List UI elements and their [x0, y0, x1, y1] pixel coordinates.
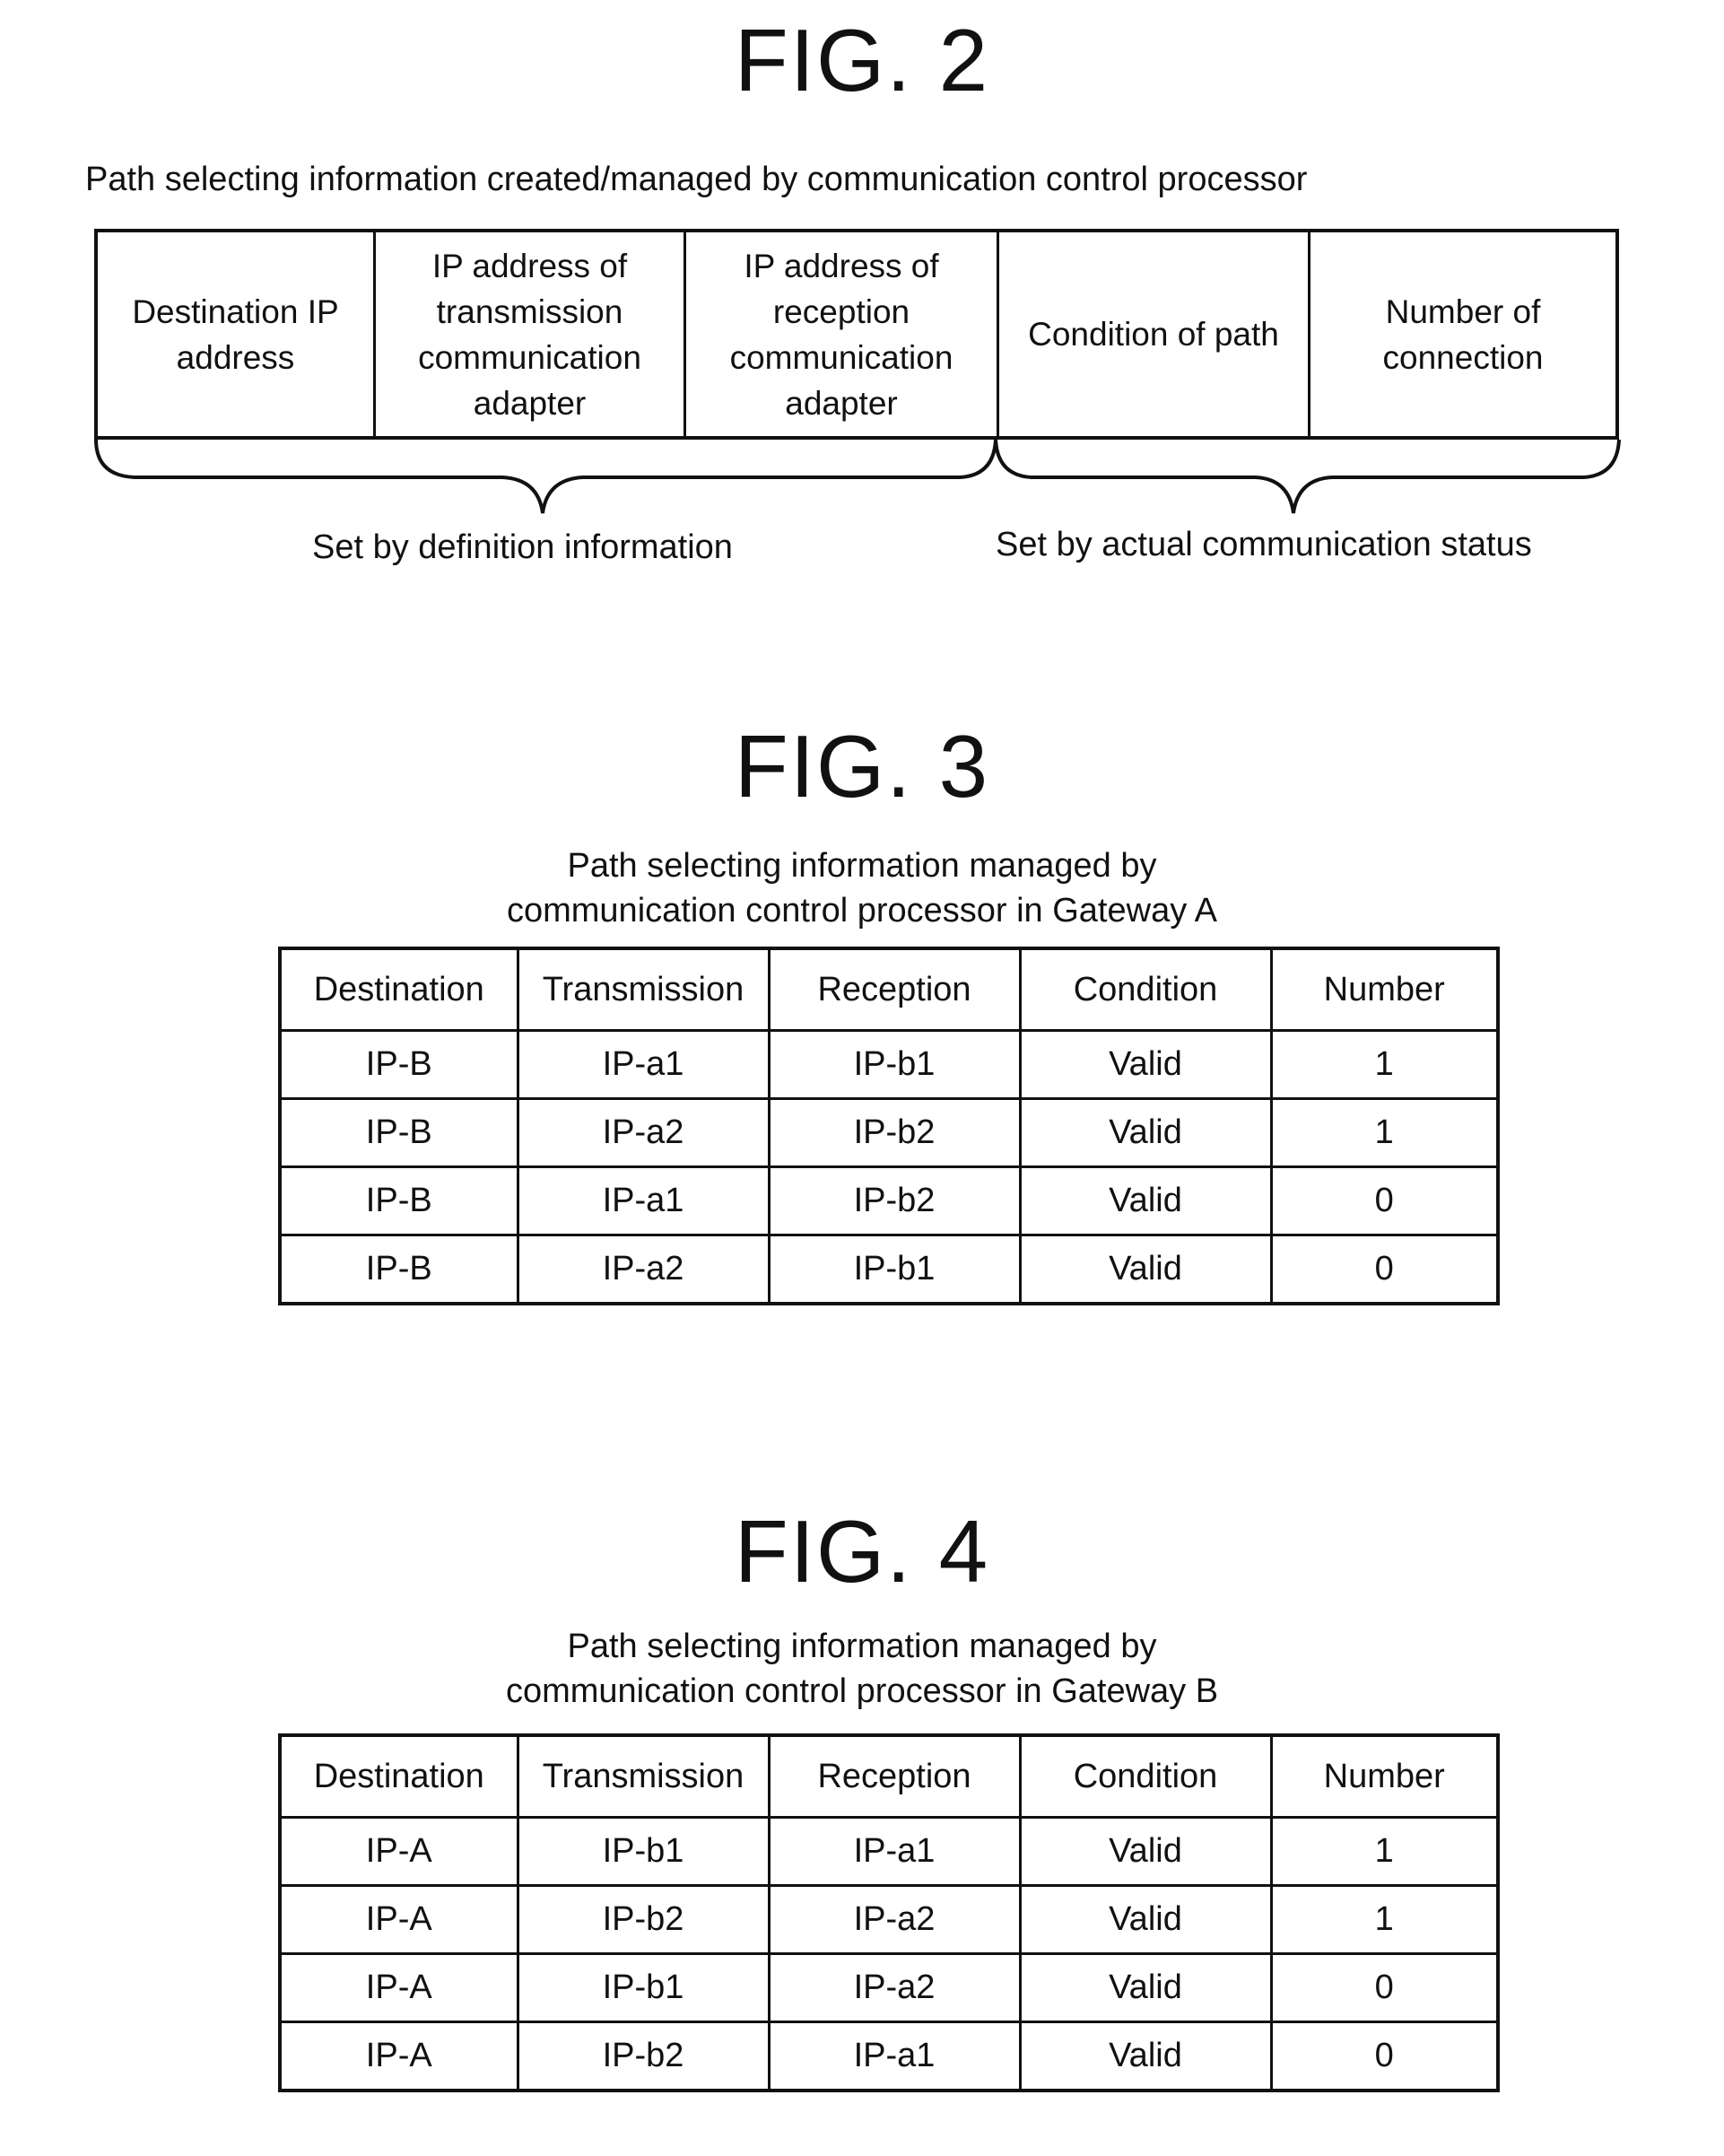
cell-number: 0: [1269, 2021, 1500, 2092]
cell-destination: IP-B: [278, 1029, 519, 1100]
fig4-title: FIG. 4: [734, 1502, 990, 1601]
cell-condition: Valid: [1018, 1816, 1273, 1887]
cell-transmission: IP-a1: [516, 1165, 771, 1236]
cell-number: 1: [1269, 1816, 1500, 1887]
table-row: IP-B IP-a1 IP-b1 Valid 1: [278, 1029, 1500, 1100]
cell-condition: Valid: [1018, 1234, 1273, 1305]
cell-number: 0: [1269, 1952, 1500, 2023]
cell-transmission: IP-a2: [516, 1234, 771, 1305]
cell-condition: Valid: [1018, 1952, 1273, 2023]
table-row: IP-B IP-a2 IP-b1 Valid 0: [278, 1234, 1500, 1305]
cell-reception: IP-a1: [767, 1816, 1022, 1887]
table-row: IP-B IP-a2 IP-b2 Valid 1: [278, 1097, 1500, 1168]
cell-condition: Valid: [1018, 1884, 1273, 1955]
table-row: IP-A IP-b1 IP-a2 Valid 0: [278, 1952, 1500, 2023]
cell-transmission: IP-b2: [516, 2021, 771, 2092]
col-header-reception: Reception: [767, 1733, 1022, 1819]
fig2-group-label-actual-status: Set by actual communication status: [996, 526, 1532, 563]
cell-condition: Valid: [1018, 2021, 1273, 2092]
table-row: IP-A IP-b1 IP-a1 Valid 1: [278, 1816, 1500, 1887]
brace-actual-status: [994, 439, 1621, 514]
cell-number: 1: [1269, 1029, 1500, 1100]
table-row: IP-A IP-b2 IP-a1 Valid 0: [278, 2021, 1500, 2092]
col-header-destination: Destination: [278, 947, 519, 1032]
cell-transmission: IP-b1: [516, 1952, 771, 2023]
fig3-title: FIG. 3: [734, 717, 990, 816]
cell-reception: IP-a2: [767, 1952, 1022, 2023]
cell-destination: IP-B: [278, 1165, 519, 1236]
cell-transmission: IP-b1: [516, 1816, 771, 1887]
cell-reception: IP-b1: [767, 1029, 1022, 1100]
cell-transmission: IP-b2: [516, 1884, 771, 1955]
fig4-table: Destination Transmission Reception Condi…: [278, 1733, 1500, 2092]
cell-destination: IP-B: [278, 1234, 519, 1305]
cell-destination: IP-B: [278, 1097, 519, 1168]
col-header-number: Number: [1269, 1733, 1500, 1819]
cell-number: 0: [1269, 1234, 1500, 1305]
cell-destination: IP-A: [278, 1816, 519, 1887]
cell-reception: IP-a2: [767, 1884, 1022, 1955]
fig4-caption-line2: communication control processor in Gatew…: [505, 1672, 1219, 1710]
cell-number: 0: [1269, 1165, 1500, 1236]
cell-reception: IP-b2: [767, 1165, 1022, 1236]
col-header-number: Number: [1269, 947, 1500, 1032]
table-row: IP-B IP-a1 IP-b2 Valid 0: [278, 1165, 1500, 1236]
fig3-caption-line1: Path selecting information managed by: [567, 847, 1157, 885]
table-row: IP-A IP-b2 IP-a2 Valid 1: [278, 1884, 1500, 1955]
fig2-group-label-definition: Set by definition information: [312, 528, 733, 566]
table-header-row: Destination Transmission Reception Condi…: [278, 947, 1500, 1032]
cell-destination: IP-A: [278, 1952, 519, 2023]
cell-destination: IP-A: [278, 2021, 519, 2092]
cell-destination: IP-A: [278, 1884, 519, 1955]
cell-reception: IP-b1: [767, 1234, 1022, 1305]
cell-condition: Valid: [1018, 1165, 1273, 1236]
cell-condition: Valid: [1018, 1097, 1273, 1168]
cell-condition: Valid: [1018, 1029, 1273, 1100]
fig3-table: Destination Transmission Reception Condi…: [278, 947, 1500, 1305]
col-header-reception: Reception: [767, 947, 1022, 1032]
col-header-destination: Destination: [278, 1733, 519, 1819]
col-header-condition: Condition: [1018, 947, 1273, 1032]
fig4-caption-line1: Path selecting information managed by: [567, 1628, 1157, 1665]
cell-reception: IP-b2: [767, 1097, 1022, 1168]
col-header-transmission: Transmission: [516, 1733, 771, 1819]
cell-number: 1: [1269, 1097, 1500, 1168]
cell-transmission: IP-a2: [516, 1097, 771, 1168]
brace-definition: [94, 439, 997, 514]
table-header-row: Destination Transmission Reception Condi…: [278, 1733, 1500, 1819]
fig3-caption-line2: communication control processor in Gatew…: [506, 892, 1218, 930]
cell-number: 1: [1269, 1884, 1500, 1955]
cell-reception: IP-a1: [767, 2021, 1022, 2092]
col-header-transmission: Transmission: [516, 947, 771, 1032]
cell-transmission: IP-a1: [516, 1029, 771, 1100]
col-header-condition: Condition: [1018, 1733, 1273, 1819]
